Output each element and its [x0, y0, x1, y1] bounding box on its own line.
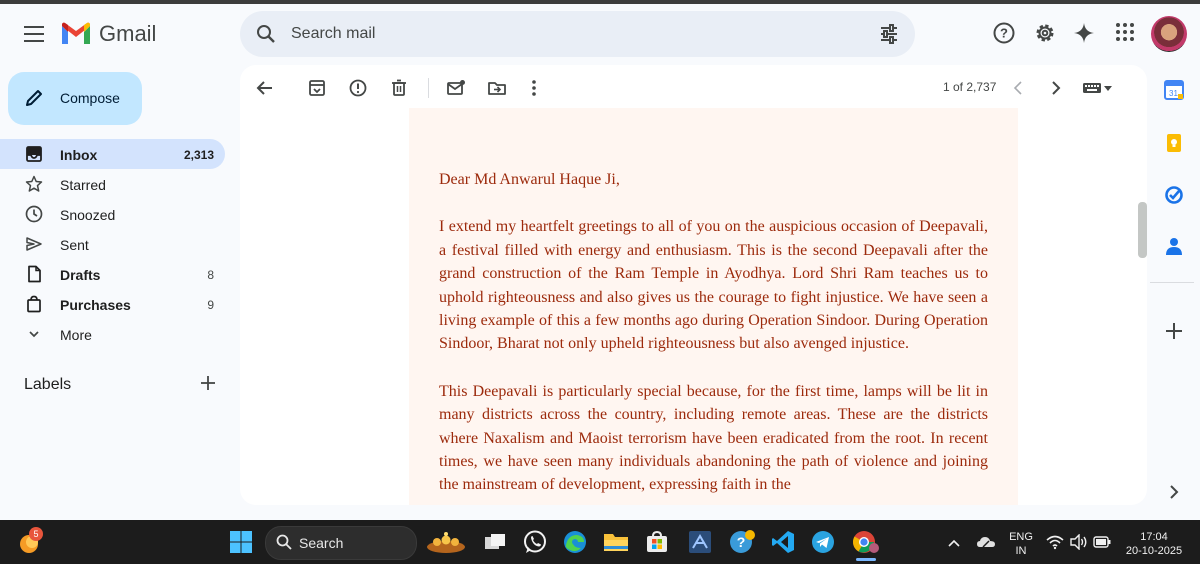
- newer-chevron-left-icon[interactable]: [1009, 78, 1029, 103]
- gemini-sparkle-icon[interactable]: [1073, 22, 1095, 49]
- tray-chevron-up-icon[interactable]: [946, 536, 962, 554]
- star-icon: [25, 175, 43, 198]
- clock-date: 20-10-2025: [1125, 545, 1183, 557]
- email-letter-body: Dear Md Anwarul Haque Ji, I extend my he…: [409, 108, 1018, 505]
- language-code: ENG: [1009, 531, 1033, 543]
- volume-icon[interactable]: [1070, 533, 1088, 555]
- edge-browser-icon[interactable]: [562, 529, 588, 560]
- mark-unread-icon[interactable]: [446, 78, 466, 103]
- microsoft-store-icon[interactable]: [645, 530, 669, 559]
- nav-count: 2,313: [183, 148, 214, 162]
- battery-icon[interactable]: [1093, 535, 1111, 554]
- toolbar-divider: [428, 78, 429, 98]
- nav-count: 9: [207, 298, 214, 312]
- gmail-logo-icon[interactable]: [60, 22, 92, 51]
- delete-trash-icon[interactable]: [389, 78, 409, 103]
- pencil-icon: [24, 88, 44, 113]
- taskbar-search-label: Search: [299, 535, 344, 551]
- send-icon: [25, 235, 43, 258]
- back-arrow-icon[interactable]: [255, 78, 275, 103]
- language-indicator[interactable]: ENG IN: [1003, 530, 1039, 558]
- settings-gear-icon[interactable]: [1034, 22, 1056, 49]
- search-highlight-diya-icon[interactable]: [424, 528, 468, 559]
- main-menu-button[interactable]: [24, 26, 44, 42]
- window-top-strip: [0, 0, 1200, 4]
- nav-label: Drafts: [60, 267, 101, 283]
- nav-label: Sent: [60, 237, 89, 253]
- nav-label: More: [60, 327, 92, 343]
- email-greeting: Dear Md Anwarul Haque Ji,: [439, 171, 620, 188]
- input-tools-keyboard-icon[interactable]: [1082, 80, 1116, 101]
- compose-label: Compose: [60, 90, 120, 106]
- chevron-down-icon: [25, 325, 43, 348]
- whatsapp-icon[interactable]: [522, 529, 548, 560]
- email-paragraph: I extend my heartfelt greetings to all o…: [439, 218, 988, 353]
- task-view-icon[interactable]: [484, 531, 506, 558]
- telegram-icon[interactable]: [811, 530, 835, 559]
- help-icon[interactable]: ?: [993, 22, 1015, 49]
- active-app-indicator: [856, 558, 876, 561]
- move-to-folder-icon[interactable]: [487, 78, 507, 103]
- search-icon[interactable]: [256, 24, 276, 49]
- clock-time: 17:04: [1140, 531, 1168, 543]
- side-panel-divider: [1150, 282, 1194, 283]
- draft-icon: [25, 265, 43, 288]
- file-explorer-icon[interactable]: [603, 530, 629, 559]
- svg-text:?: ?: [737, 534, 746, 550]
- apps-grid-icon[interactable]: [1115, 22, 1135, 47]
- nav-count: 8: [207, 268, 214, 282]
- chrome-profile-icon[interactable]: [852, 529, 880, 560]
- older-chevron-right-icon[interactable]: [1046, 78, 1066, 103]
- get-addons-plus-icon[interactable]: [1164, 321, 1184, 346]
- app-name: Gmail: [99, 21, 157, 46]
- search-input[interactable]: Search mail: [291, 25, 375, 43]
- svg-text:?: ?: [1000, 26, 1008, 41]
- add-label-icon[interactable]: [199, 374, 217, 397]
- nav-label: Snoozed: [60, 207, 116, 223]
- windows-start-icon[interactable]: [229, 530, 253, 559]
- expand-side-panel-chevron-icon[interactable]: [1166, 484, 1182, 505]
- nav-label: Starred: [60, 177, 106, 193]
- more-options-icon[interactable]: [524, 78, 544, 103]
- onedrive-cloud-icon[interactable]: [976, 534, 996, 555]
- notification-badge: 5: [29, 527, 43, 541]
- email-paragraph: This Deepavali is particularly special b…: [439, 382, 988, 494]
- region-code: IN: [1015, 545, 1027, 557]
- nav-label: Inbox: [60, 147, 98, 163]
- archive-icon[interactable]: [307, 78, 327, 103]
- keep-notes-icon[interactable]: [1164, 133, 1184, 158]
- scrollbar-thumb[interactable]: [1138, 202, 1147, 258]
- wifi-icon[interactable]: [1046, 534, 1064, 555]
- purchases-icon: [25, 295, 43, 318]
- snipping-app-icon[interactable]: [688, 530, 712, 559]
- contacts-icon[interactable]: [1164, 236, 1184, 261]
- tasks-icon[interactable]: [1164, 185, 1184, 210]
- calendar-icon[interactable]: 31: [1164, 80, 1184, 105]
- account-avatar[interactable]: [1151, 16, 1187, 52]
- report-spam-icon[interactable]: [348, 78, 368, 103]
- clock-icon: [25, 205, 43, 228]
- svg-text:31: 31: [1169, 89, 1178, 98]
- labels-heading: Labels: [24, 376, 72, 393]
- taskbar-search-icon: [276, 534, 292, 555]
- help-tips-app-icon[interactable]: ?: [728, 528, 756, 561]
- pagination-count: 1 of 2,737: [943, 80, 997, 94]
- search-options-icon[interactable]: [879, 24, 899, 49]
- clock-date-area[interactable]: 17:04 20-10-2025: [1117, 530, 1191, 558]
- inbox-icon: [25, 145, 43, 168]
- vscode-icon[interactable]: [771, 530, 795, 559]
- nav-label: Purchases: [60, 297, 131, 313]
